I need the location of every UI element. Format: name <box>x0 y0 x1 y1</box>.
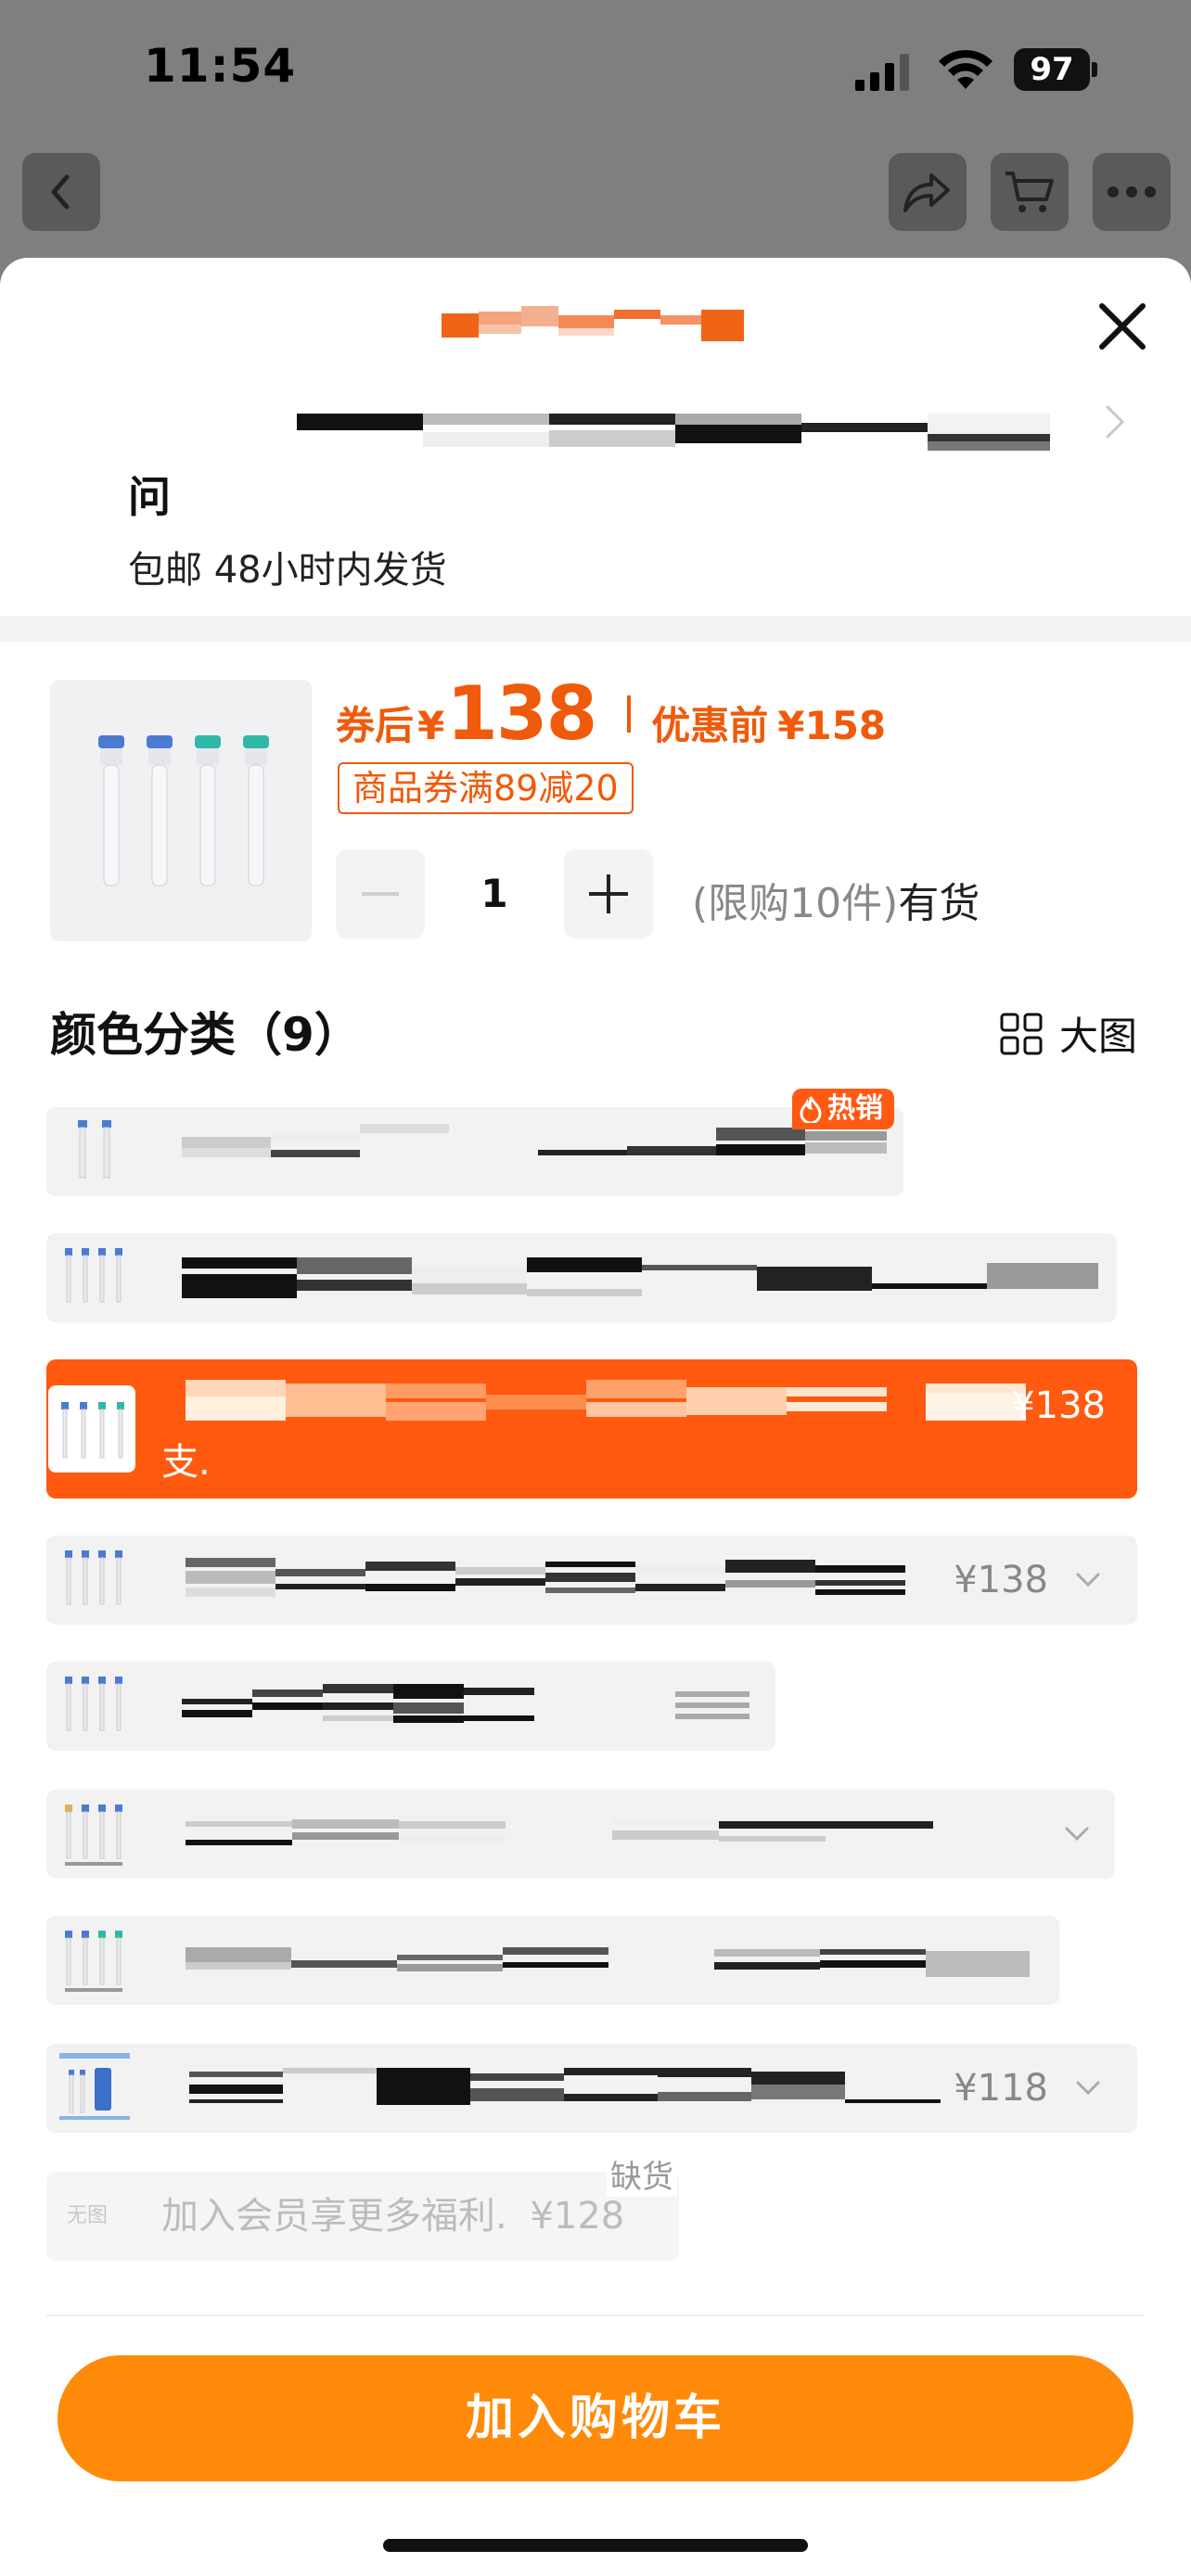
chevron-down-icon[interactable] <box>1063 1821 1091 1845</box>
variant-option-6[interactable] <box>46 1790 1115 1879</box>
redacted-variant-name <box>182 1684 749 1723</box>
redacted-header <box>442 306 744 341</box>
out-of-stock-badge: 缺货 <box>607 2151 677 2197</box>
redacted-variant-name <box>186 1819 933 1845</box>
hot-sale-label: 热销 <box>827 1092 883 1125</box>
price-separator <box>627 695 632 733</box>
shipping-info: 包邮 48小时内发货 <box>128 549 447 592</box>
redacted-variant-name <box>186 1558 905 1597</box>
footer-divider <box>46 2315 1145 2316</box>
disabled-variant-price: ¥128 <box>530 2195 625 2238</box>
cellular-signal-icon <box>855 54 909 91</box>
hot-sale-badge: 热销 <box>792 1089 894 1129</box>
quantity-value[interactable]: 1 <box>425 849 564 938</box>
wifi-icon <box>939 49 992 89</box>
redacted-variant-name <box>186 1380 1026 1421</box>
close-icon[interactable] <box>1093 297 1152 356</box>
plus-icon <box>589 874 628 913</box>
no-image-placeholder: 无图 <box>67 2204 109 2227</box>
variant-option-4[interactable]: ¥138 <box>46 1536 1137 1625</box>
redacted-variant-name <box>189 2068 941 2105</box>
grid-view-icon <box>1000 1013 1043 1054</box>
status-time: 11:54 <box>144 39 297 93</box>
more-icon <box>1108 186 1156 198</box>
battery-indicator: 97 <box>1014 48 1097 91</box>
coupon-badge: 商品券满89减20 <box>338 762 634 814</box>
redacted-variant-name <box>182 1257 1098 1298</box>
battery-cap <box>1092 62 1097 77</box>
variant-thumbnail <box>65 1550 122 1605</box>
selected-variant-text: 支. <box>161 1441 211 1484</box>
price-after-coupon-label: 券后 <box>336 703 415 748</box>
variant-option-1[interactable] <box>46 1107 903 1196</box>
variant-option-3-selected[interactable]: ¥138 支. <box>46 1359 1137 1498</box>
flame-icon <box>800 1096 822 1123</box>
currency-symbol: ¥ <box>417 703 445 748</box>
variant-price: ¥118 <box>954 2067 1048 2110</box>
toothbrush-heads-image <box>98 735 269 886</box>
variant-thumbnail <box>65 1804 122 1866</box>
minus-icon <box>362 892 399 896</box>
redacted-variant-name <box>186 1947 1030 1977</box>
sku-selection-sheet: 问 包邮 48小时内发货 券后 ¥ 138 优惠前 ¥158 商品券满89减20… <box>0 258 1191 2576</box>
address-title: 问 <box>128 472 171 522</box>
home-indicator[interactable] <box>383 2539 808 2552</box>
product-image[interactable] <box>50 680 312 941</box>
add-to-cart-button[interactable]: 加入购物车 <box>58 2355 1133 2481</box>
chevron-down-icon[interactable] <box>1074 2075 1102 2099</box>
redacted-address <box>297 414 1050 451</box>
quantity-increase-button[interactable] <box>564 849 653 938</box>
share-button[interactable] <box>889 153 967 231</box>
price-before-label: 优惠前 <box>651 703 769 748</box>
disabled-variant-text: 加入会员享更多福利. ¥128 <box>161 2172 624 2261</box>
price-before-discount: ¥158 <box>777 703 887 748</box>
redacted-variant-name <box>182 1124 887 1157</box>
variant-thumbnail <box>65 1931 122 1992</box>
big-view-toggle[interactable]: 大图 <box>1000 1005 1137 1062</box>
purchase-limit: (限购10件) <box>692 880 899 927</box>
variant-thumbnail <box>65 1677 122 1731</box>
availability: 有货 <box>898 880 980 927</box>
chevron-down-icon[interactable] <box>1074 1567 1102 1591</box>
chevron-left-icon <box>51 174 70 210</box>
quantity-decrease-button[interactable] <box>336 849 425 938</box>
more-button[interactable] <box>1093 153 1171 231</box>
variant-thumbnail <box>78 1120 111 1179</box>
battery-level: 97 <box>1014 48 1090 91</box>
price-row: 券后 ¥ 138 优惠前 ¥158 <box>336 670 886 757</box>
variant-option-8[interactable]: ¥118 <box>46 2044 1137 2133</box>
disabled-variant-label: 加入会员享更多福利. <box>161 2195 507 2238</box>
variant-option-7[interactable] <box>46 1916 1059 2005</box>
stock-info: (限购10件)有货 <box>692 870 980 929</box>
share-icon <box>903 173 950 212</box>
variant-thumbnail <box>59 2053 130 2120</box>
variant-option-5[interactable] <box>46 1662 775 1751</box>
cart-button[interactable] <box>991 153 1069 231</box>
variant-thumbnail <box>48 1385 135 1473</box>
variant-option-2[interactable] <box>46 1233 1117 1322</box>
variant-option-9-disabled: 无图 加入会员享更多福利. ¥128 <box>46 2172 679 2261</box>
cart-icon <box>1005 172 1054 212</box>
variant-price: ¥138 <box>954 1559 1048 1601</box>
chevron-right-icon[interactable] <box>1102 402 1128 442</box>
back-button[interactable] <box>22 153 100 231</box>
big-view-label: 大图 <box>1059 1014 1138 1059</box>
status-bar: 11:54 97 <box>0 0 1191 139</box>
section-divider <box>0 616 1191 642</box>
price-after-coupon: 138 <box>446 670 597 757</box>
variant-section-title: 颜色分类（9） <box>50 1008 361 1062</box>
variant-thumbnail <box>65 1248 122 1303</box>
selected-variant-price: ¥138 <box>1011 1384 1106 1427</box>
